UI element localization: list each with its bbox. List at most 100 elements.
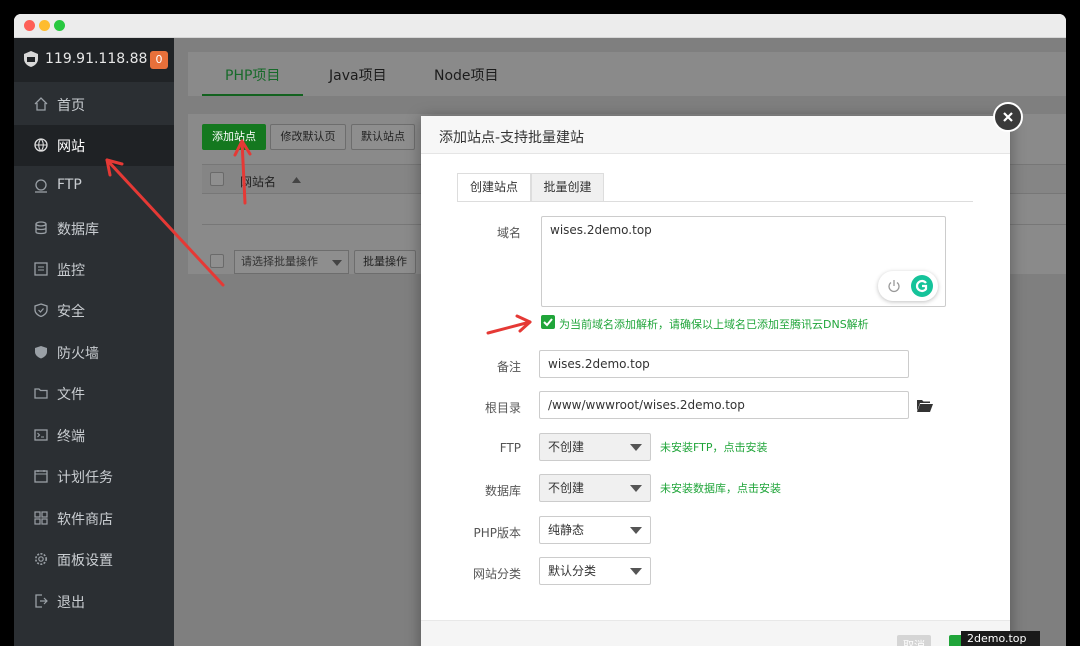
root-dir-label: 根目录	[484, 401, 521, 415]
add-site-button[interactable]: 添加站点	[202, 124, 266, 150]
url-tooltip: 2demo.top	[961, 631, 1040, 646]
server-ip: 119.91.118.88	[45, 51, 148, 67]
chevron-down-icon	[630, 444, 642, 451]
add-site-dialog: 添加站点-支持批量建站 创建站点 批量创建 域名 wises.2demo.top…	[421, 116, 1010, 646]
install-database-link[interactable]: 未安装数据库，点击安装	[660, 480, 781, 496]
maximize-window-button[interactable]	[54, 20, 65, 31]
remark-input[interactable]: wises.2demo.top	[539, 350, 909, 378]
sidebar-item-website[interactable]: 网站	[14, 125, 174, 166]
sidebar-item-label: 监控	[57, 263, 85, 279]
site-category-select[interactable]: 默认分类	[539, 557, 651, 585]
sidebar-item-label: 退出	[57, 595, 85, 611]
batch-operation-button[interactable]: 批量操作	[354, 250, 416, 274]
ftp-select-value: 不创建	[548, 440, 585, 454]
sidebar-item-label: 安全	[57, 304, 85, 320]
power-icon[interactable]	[887, 279, 901, 293]
ftp-icon	[35, 179, 47, 193]
remark-label: 备注	[496, 360, 521, 374]
checkmark-icon	[543, 318, 553, 327]
sidebar-item-security[interactable]: 安全	[14, 290, 174, 331]
sidebar-item-label: 文件	[57, 387, 85, 403]
remark-value: wises.2demo.top	[548, 357, 650, 371]
batch-select-value: 请选择批量操作	[241, 255, 318, 268]
sidebar-item-label: 网站	[57, 139, 85, 155]
sidebar-item-label: 终端	[57, 429, 85, 445]
close-window-button[interactable]	[24, 20, 35, 31]
title-bar	[14, 14, 1066, 38]
close-icon	[1003, 112, 1013, 122]
ftp-label: FTP	[499, 441, 521, 455]
chevron-down-icon	[332, 260, 342, 266]
sidebar-item-cron[interactable]: 计划任务	[14, 456, 174, 497]
tab-java[interactable]: Java项目	[329, 65, 387, 85]
database-label: 数据库	[484, 484, 521, 498]
root-dir-input[interactable]: /www/wwwroot/wises.2demo.top	[539, 391, 909, 419]
batch-operation-select[interactable]: 请选择批量操作	[234, 250, 349, 274]
notification-badge[interactable]: 0	[150, 51, 168, 69]
tab-php[interactable]: PHP项目	[225, 65, 280, 85]
sort-up-icon[interactable]	[292, 177, 301, 183]
grammarly-icon[interactable]	[911, 275, 933, 297]
edit-default-page-button[interactable]: 修改默认页	[270, 124, 346, 150]
dns-resolve-label[interactable]: 为当前域名添加解析，请确保以上域名已添加至腾讯云DNS解析	[559, 316, 869, 332]
dialog-header: 添加站点-支持批量建站	[421, 116, 1010, 154]
sidebar: 119.91.118.88 0 首页 网站 FTP 数据库 监控 安全 防火墙 …	[14, 38, 174, 646]
domain-value: wises.2demo.top	[550, 223, 652, 237]
active-tab-indicator	[202, 94, 303, 96]
chevron-down-icon	[630, 568, 642, 575]
database-icon	[35, 221, 47, 235]
batch-checkbox[interactable]	[210, 254, 224, 268]
sidebar-item-logout[interactable]: 退出	[14, 581, 174, 622]
sidebar-item-app-store[interactable]: 软件商店	[14, 498, 174, 539]
sidebar-item-firewall[interactable]: 防火墙	[14, 332, 174, 373]
calendar-icon	[34, 470, 48, 483]
site-category-value: 默认分类	[548, 564, 597, 578]
close-dialog-button[interactable]	[993, 102, 1023, 132]
apps-icon	[34, 511, 48, 525]
minimize-window-button[interactable]	[39, 20, 50, 31]
project-tabs: PHP项目 Java项目 Node项目	[188, 52, 1066, 96]
sidebar-item-label: 计划任务	[57, 470, 113, 486]
sidebar-item-label: 防火墙	[57, 346, 99, 362]
home-icon	[34, 97, 48, 111]
sidebar-item-ftp[interactable]: FTP	[14, 166, 174, 207]
cancel-button[interactable]: 取消	[897, 635, 931, 646]
sidebar-item-label: FTP	[57, 177, 82, 193]
sidebar-item-terminal[interactable]: 终端	[14, 415, 174, 456]
dns-resolve-checkbox[interactable]	[541, 315, 555, 329]
ftp-select[interactable]: 不创建	[539, 433, 651, 461]
column-site-name[interactable]: 网站名	[240, 173, 276, 190]
dialog-title: 添加站点-支持批量建站	[439, 130, 585, 146]
php-version-value: 纯静态	[548, 523, 585, 537]
tab-batch-create[interactable]: 批量创建	[531, 173, 604, 202]
domain-label: 域名	[496, 226, 521, 240]
sidebar-item-label: 首页	[57, 98, 85, 114]
folder-open-icon[interactable]	[917, 399, 933, 412]
select-all-checkbox[interactable]	[210, 172, 224, 186]
sidebar-item-label: 面板设置	[57, 553, 113, 569]
install-ftp-link[interactable]: 未安装FTP，点击安装	[660, 439, 768, 455]
database-select[interactable]: 不创建	[539, 474, 651, 502]
server-shield-icon	[24, 51, 38, 67]
php-version-select[interactable]: 纯静态	[539, 516, 651, 544]
tab-node[interactable]: Node项目	[434, 65, 499, 85]
folder-icon	[34, 388, 48, 399]
tab-create-site[interactable]: 创建站点	[457, 173, 531, 202]
grammarly-widget[interactable]	[878, 271, 938, 301]
sidebar-item-monitor[interactable]: 监控	[14, 249, 174, 290]
chevron-down-icon	[630, 527, 642, 534]
logout-icon	[35, 594, 48, 608]
sidebar-item-files[interactable]: 文件	[14, 373, 174, 414]
monitor-icon	[34, 262, 48, 276]
gear-icon	[35, 553, 47, 565]
dialog-footer: 取消	[421, 620, 1010, 646]
sidebar-item-settings[interactable]: 面板设置	[14, 539, 174, 580]
sidebar-item-label: 数据库	[57, 222, 99, 238]
site-category-label: 网站分类	[472, 567, 521, 581]
globe-icon	[34, 138, 48, 152]
sidebar-item-home[interactable]: 首页	[14, 84, 174, 125]
php-version-label: PHP版本	[473, 526, 522, 540]
default-site-button[interactable]: 默认站点	[351, 124, 415, 150]
sidebar-item-database[interactable]: 数据库	[14, 208, 174, 249]
shield-check-icon	[34, 303, 48, 317]
